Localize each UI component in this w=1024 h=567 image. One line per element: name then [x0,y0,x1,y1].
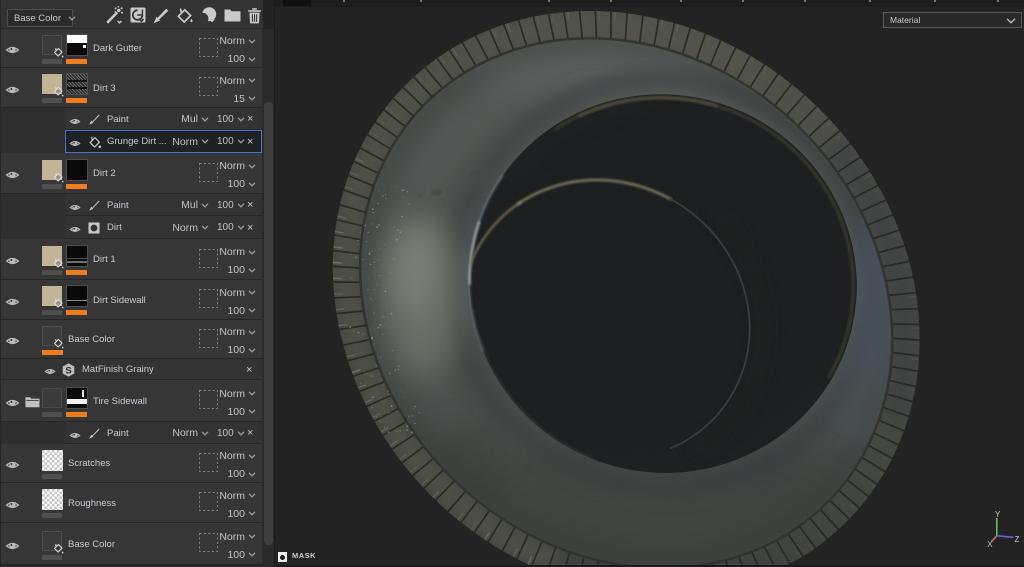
svg-text:Z: Z [1015,535,1020,544]
svg-text:S: S [65,365,71,376]
svg-text:X: X [987,540,993,548]
svg-text:Y: Y [995,510,1001,519]
